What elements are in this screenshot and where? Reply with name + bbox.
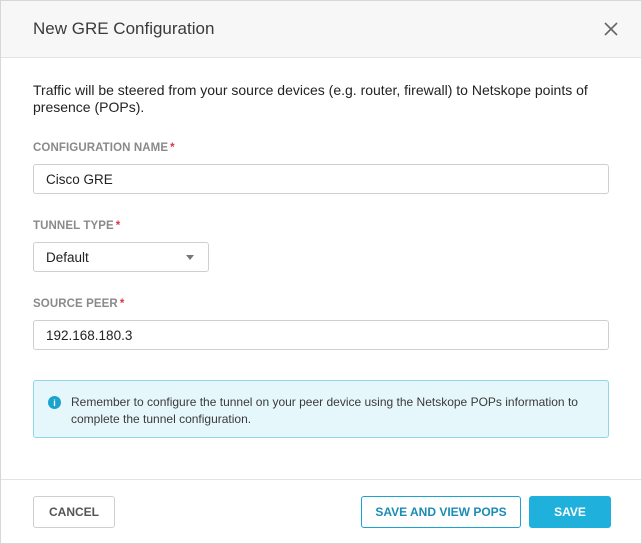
configuration-name-value: Cisco GRE — [46, 171, 113, 187]
close-button[interactable] — [601, 19, 621, 39]
save-button[interactable]: SAVE — [529, 496, 611, 528]
intro-text: Traffic will be steered from your source… — [33, 82, 588, 115]
source-peer-group: SOURCE PEER * 192.168.180.3 — [33, 298, 609, 350]
tunnel-type-value: Default — [46, 249, 89, 265]
close-icon — [604, 22, 618, 36]
required-mark: * — [119, 298, 125, 310]
configuration-name-label-text: CONFIGURATION NAME — [33, 142, 169, 154]
info-alert: i Remember to configure the tunnel on yo… — [33, 380, 609, 438]
cancel-button[interactable]: CANCEL — [33, 496, 115, 528]
configuration-name-label: CONFIGURATION NAME * — [33, 142, 609, 154]
chevron-down-icon — [186, 254, 194, 260]
tunnel-type-label: TUNNEL TYPE * — [33, 220, 609, 232]
dialog-body: Traffic will be steered from your source… — [1, 58, 641, 350]
source-peer-value: 192.168.180.3 — [46, 327, 133, 343]
tunnel-type-select[interactable]: Default — [33, 242, 209, 272]
tunnel-type-label-text: TUNNEL TYPE — [33, 220, 114, 232]
source-peer-label: SOURCE PEER * — [33, 298, 609, 310]
tunnel-type-group: TUNNEL TYPE * Default — [33, 220, 609, 272]
info-icon: i — [48, 396, 61, 409]
source-peer-input[interactable]: 192.168.180.3 — [33, 320, 609, 350]
dialog-title: New GRE Configuration — [33, 19, 215, 38]
required-mark: * — [170, 142, 175, 154]
info-alert-text: Remember to configure the tunnel on your… — [71, 395, 578, 426]
save-and-view-pops-button[interactable]: SAVE AND VIEW POPS — [361, 496, 521, 528]
new-gre-configuration-dialog: New GRE Configuration Traffic will be st… — [0, 0, 642, 544]
dialog-header: New GRE Configuration — [1, 1, 641, 58]
required-mark: * — [115, 220, 121, 232]
source-peer-label-text: SOURCE PEER — [33, 298, 118, 310]
configuration-name-input[interactable]: Cisco GRE — [33, 164, 609, 194]
configuration-name-group: CONFIGURATION NAME * Cisco GRE — [33, 142, 609, 194]
dialog-footer: CANCEL SAVE AND VIEW POPS SAVE — [1, 479, 641, 544]
